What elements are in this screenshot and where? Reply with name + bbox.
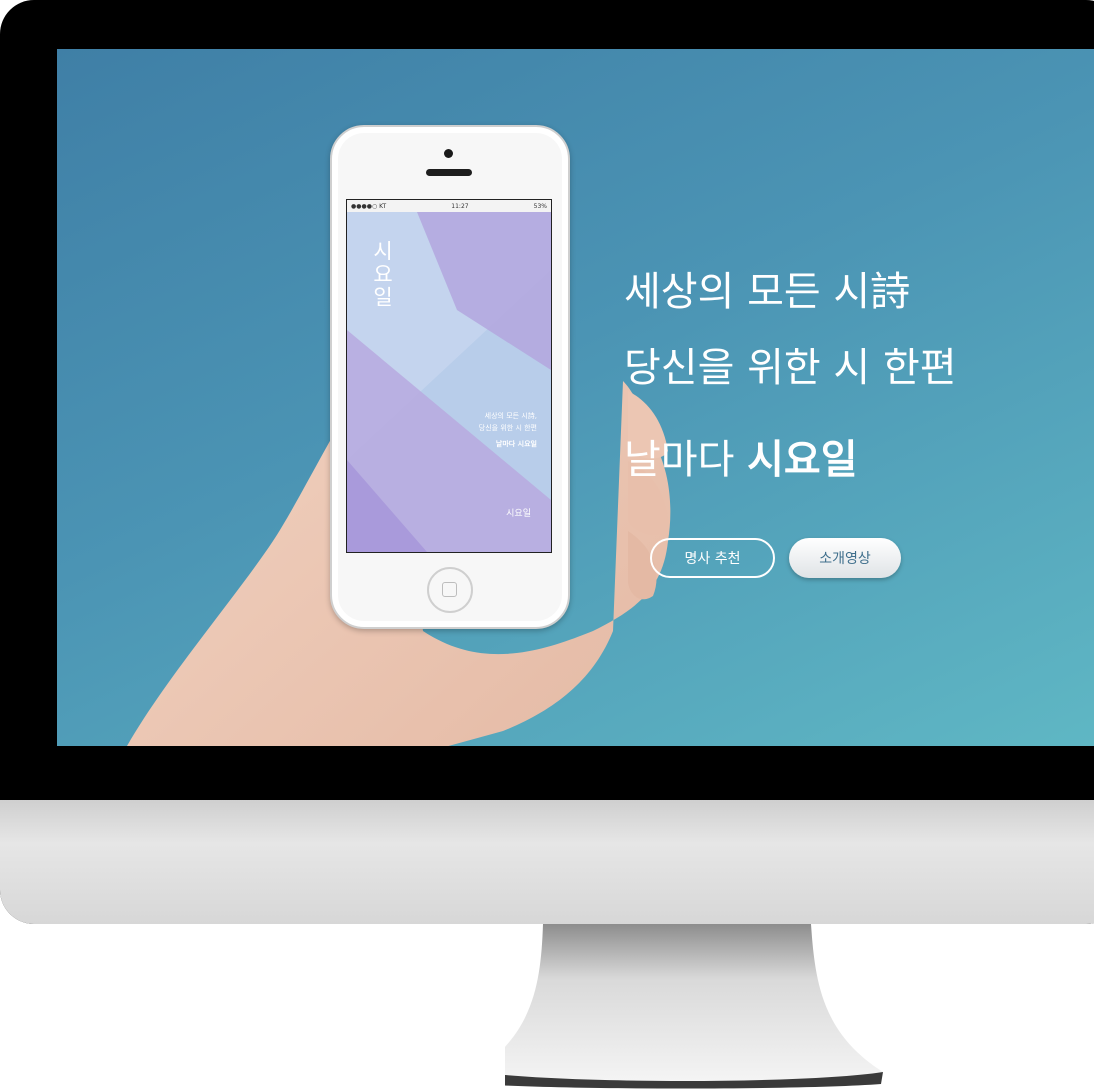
monitor-chin [0, 800, 1094, 924]
headline-line1: 세상의 모든 시詩 [624, 269, 911, 315]
headline-line2: 당신을 위한 시 한편 [624, 345, 957, 391]
website-screen: ●●●●○ KT 11:27 53% 시요일 세상의 모든 시詩, 당신을 위한… [57, 49, 1094, 746]
app-caption-line3: 날마다 시요일 [495, 440, 537, 448]
app-caption: 세상의 모든 시詩, 당신을 위한 시 한편 날마다 시요일 [479, 410, 537, 450]
headline-line3-bold: 시요일 [747, 437, 858, 483]
app-caption-line2: 당신을 위한 시 한편 [478, 424, 537, 432]
monitor-stand [505, 924, 883, 1089]
battery-text: 53% [533, 202, 547, 210]
phone-status-bar: ●●●●○ KT 11:27 53% [347, 200, 551, 212]
headline-line3: 날마다 시요일 [624, 436, 858, 484]
phone-app-screen: ●●●●○ KT 11:27 53% 시요일 세상의 모든 시詩, 당신을 위한… [346, 199, 552, 553]
headline-line3-regular: 날마다 [624, 437, 748, 483]
app-logo: 시요일 [506, 509, 531, 519]
app-caption-line1: 세상의 모든 시詩, [484, 412, 537, 420]
time-text: 11:27 [451, 202, 469, 210]
phone-device: ●●●●○ KT 11:27 53% 시요일 세상의 모든 시詩, 당신을 위한… [330, 125, 570, 629]
recommend-button[interactable]: 명사 추천 [650, 538, 775, 578]
intro-video-button[interactable]: 소개영상 [789, 538, 901, 578]
home-button[interactable] [427, 567, 473, 613]
phone-speaker [426, 169, 472, 176]
phone-camera [444, 149, 453, 158]
carrier-text: ●●●●○ KT [351, 202, 387, 210]
app-title: 시요일 [370, 240, 394, 309]
